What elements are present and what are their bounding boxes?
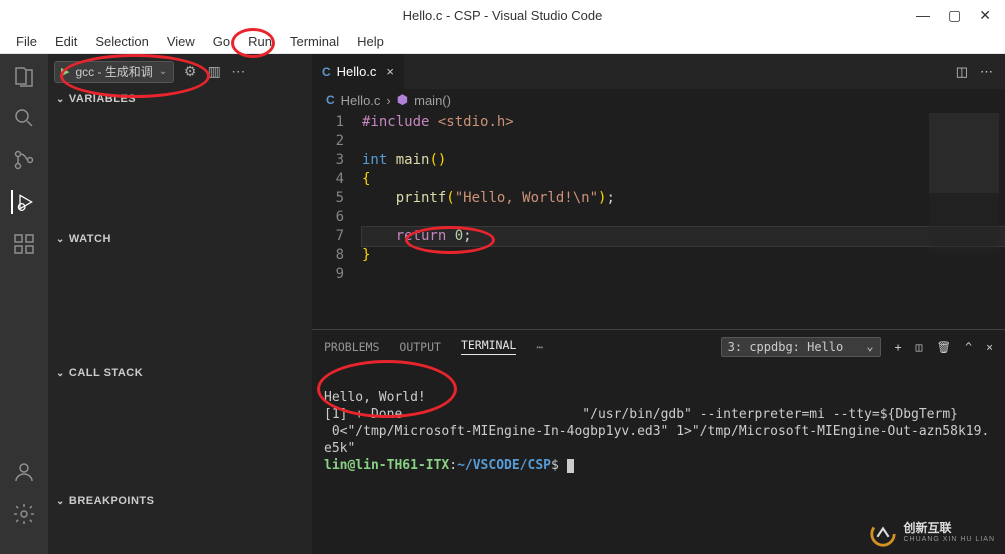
close-button[interactable]: ✕ <box>979 7 991 24</box>
trash-icon[interactable]: 🗑 <box>937 340 952 354</box>
panel-tab-problems[interactable]: PROBLEMS <box>324 340 379 354</box>
run-config-label: gcc - 生成和调 <box>75 63 152 80</box>
chevron-down-icon: ⌄ <box>56 234 65 245</box>
watermark: 创新互联CHUANG XIN HU LIAN <box>869 520 995 548</box>
section-callstack[interactable]: ⌄Call Stack <box>48 363 312 383</box>
debug-sidebar: ▶ gcc - 生成和调 ⌄ ⚙ ▥ ⋯ ⌄Variables ⌄Watch ⌄… <box>48 54 312 554</box>
terminal-select[interactable]: 3: cppdbg: Hello <box>721 337 881 357</box>
section-breakpoints[interactable]: ⌄Breakpoints <box>48 491 312 511</box>
new-terminal-icon[interactable]: + <box>895 340 902 354</box>
maximize-panel-icon[interactable]: ^ <box>965 340 972 354</box>
debug-toolbar: ▶ gcc - 生成和调 ⌄ ⚙ ▥ ⋯ <box>48 54 312 89</box>
c-file-icon: C <box>322 65 331 79</box>
editor-tabs: C Hello.c × ◫ ⋯ <box>312 54 1005 89</box>
chevron-down-icon: ⌄ <box>56 94 65 105</box>
section-watch[interactable]: ⌄Watch <box>48 229 312 249</box>
panel-tab-output[interactable]: OUTPUT <box>399 340 441 354</box>
search-icon[interactable] <box>12 106 36 130</box>
line-number-gutter: 123456789 <box>312 111 362 329</box>
activity-bar <box>0 54 48 554</box>
minimap[interactable] <box>929 113 999 253</box>
panel-tab-terminal[interactable]: TERMINAL <box>461 338 516 355</box>
menu-file[interactable]: File <box>8 32 45 51</box>
split-editor-icon[interactable]: ◫ <box>956 64 968 80</box>
logo-icon <box>869 520 897 548</box>
menu-terminal[interactable]: Terminal <box>282 32 347 51</box>
menu-view[interactable]: View <box>159 32 203 51</box>
more-icon[interactable]: ⋯ <box>230 63 246 80</box>
window-controls: — ▢ ✕ <box>916 7 1005 24</box>
close-icon[interactable]: × <box>386 64 394 79</box>
chevron-down-icon: ⌄ <box>56 496 65 507</box>
menubar: File Edit Selection View Go Run Terminal… <box>0 30 1005 54</box>
editor-area: C Hello.c × ◫ ⋯ C Hello.c › ⬢ main() 123… <box>312 54 1005 554</box>
menu-selection[interactable]: Selection <box>87 32 156 51</box>
extensions-icon[interactable] <box>12 232 36 256</box>
close-panel-icon[interactable]: × <box>986 340 993 354</box>
more-icon[interactable]: ⋯ <box>536 340 543 354</box>
play-icon: ▶ <box>61 65 69 78</box>
tab-hello-c[interactable]: C Hello.c × <box>312 54 405 89</box>
run-debug-icon[interactable] <box>11 190 35 214</box>
menu-help[interactable]: Help <box>349 32 392 51</box>
chevron-down-icon: ⌄ <box>159 66 167 77</box>
gear-icon[interactable]: ⚙ <box>182 63 198 80</box>
c-file-icon: C <box>326 93 335 107</box>
chevron-down-icon: ⌄ <box>56 368 65 379</box>
tab-label: Hello.c <box>337 64 377 79</box>
accounts-icon[interactable] <box>12 460 36 484</box>
run-configuration-select[interactable]: ▶ gcc - 生成和调 ⌄ <box>54 61 174 83</box>
source-control-icon[interactable] <box>12 148 36 172</box>
maximize-button[interactable]: ▢ <box>948 7 961 24</box>
menu-run[interactable]: Run <box>240 32 280 51</box>
minimize-button[interactable]: — <box>916 7 930 24</box>
explorer-icon[interactable] <box>12 64 36 88</box>
menu-go[interactable]: Go <box>205 32 238 51</box>
more-icon[interactable]: ⋯ <box>980 64 993 80</box>
split-terminal-icon[interactable]: ◫ <box>916 340 923 354</box>
symbol-icon: ⬢ <box>397 92 408 108</box>
chevron-right-icon: › <box>386 93 390 108</box>
window-title: Hello.c - CSP - Visual Studio Code <box>403 8 603 23</box>
code-content[interactable]: #include <stdio.h> int main() { printf("… <box>362 111 1005 329</box>
settings-icon[interactable] <box>12 502 36 526</box>
titlebar: Hello.c - CSP - Visual Studio Code — ▢ ✕ <box>0 0 1005 30</box>
menu-edit[interactable]: Edit <box>47 32 85 51</box>
debug-console-icon[interactable]: ▥ <box>206 63 222 80</box>
breadcrumb[interactable]: C Hello.c › ⬢ main() <box>312 89 1005 111</box>
panel-tabs: PROBLEMS OUTPUT TERMINAL ⋯ 3: cppdbg: He… <box>312 330 1005 363</box>
section-variables[interactable]: ⌄Variables <box>48 89 312 109</box>
code-editor[interactable]: 123456789 #include <stdio.h> int main() … <box>312 111 1005 329</box>
